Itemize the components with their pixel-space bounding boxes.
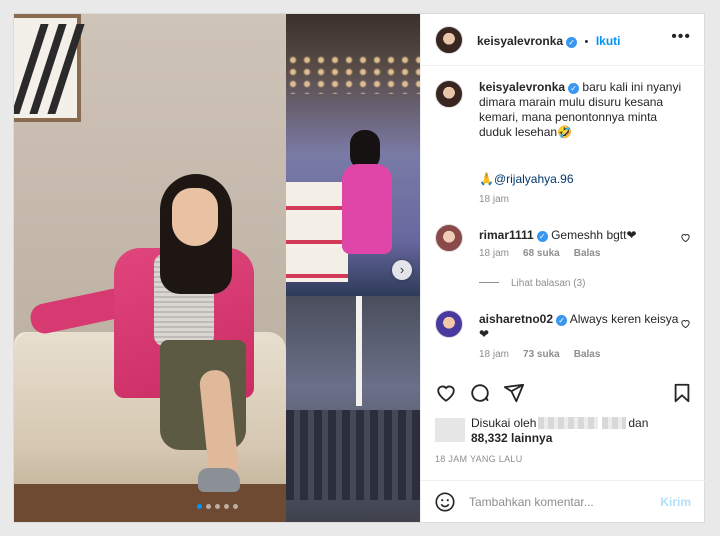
caption-mention[interactable]: 🙏@rijalyahya.96: [479, 172, 574, 187]
person-figure: [27, 174, 254, 504]
action-bar: [421, 378, 705, 414]
comment-icon[interactable]: [469, 382, 491, 404]
chevron-right-icon: ›: [399, 262, 405, 277]
bookmark-icon[interactable]: [671, 382, 693, 404]
comment-meta: 18 jam 73 suka Balas: [479, 349, 601, 360]
carousel-dot: [214, 504, 220, 509]
post-media-carousel[interactable]: ›: [14, 14, 420, 522]
heart-icon[interactable]: [680, 232, 691, 243]
instagram-post: › keisyalevronka ✓ • Ikuti ••• keisyalevr…: [13, 13, 705, 523]
reply-button[interactable]: Balas: [574, 248, 601, 259]
post-comment-button[interactable]: Kirim: [660, 495, 691, 509]
author-username[interactable]: keisyalevronka: [477, 34, 563, 48]
reply-button[interactable]: Balas: [574, 349, 601, 360]
comment-input[interactable]: Tambahkan komentar...: [469, 495, 594, 509]
comment: aisharetno02 ✓ Always keren keisya ❤: [479, 312, 679, 341]
follow-button[interactable]: Ikuti: [596, 34, 621, 48]
next-slide-button[interactable]: ›: [392, 260, 412, 280]
carousel-dot: [223, 504, 229, 509]
comment: rimar1111 ✓ Gemeshh bgtt❤: [479, 228, 637, 242]
verified-icon: ✓: [536, 231, 548, 242]
verified-icon: ✓: [568, 83, 580, 94]
avatar[interactable]: [435, 80, 463, 108]
more-options-button[interactable]: •••: [671, 28, 691, 46]
avatar[interactable]: [435, 26, 463, 54]
caption-timestamp[interactable]: 18 jam: [479, 194, 509, 205]
verified-icon: ✓: [556, 315, 568, 326]
carousel-dot: [232, 504, 238, 509]
view-replies-button[interactable]: Lihat balasan (3): [479, 278, 586, 289]
post-header: keisyalevronka ✓ • Ikuti •••: [421, 14, 705, 66]
emoji-icon[interactable]: [434, 491, 456, 513]
carousel-indicator: [14, 504, 420, 509]
comment-meta: 18 jam 68 suka Balas: [479, 248, 601, 259]
comments-list: keisyalevronka ✓ baru kali ini nyanyi dim…: [421, 66, 705, 378]
caption: keisyalevronka ✓ baru kali ini nyanyi dim…: [479, 80, 682, 139]
carousel-dot: [205, 504, 211, 509]
avatar[interactable]: [435, 224, 463, 252]
add-comment-bar: Tambahkan komentar... Kirim: [421, 480, 705, 522]
wall-art: [14, 14, 85, 122]
caption-username[interactable]: keisyalevronka: [479, 80, 565, 94]
liker-username[interactable]: [538, 417, 599, 429]
liker-avatar[interactable]: [435, 418, 465, 442]
carousel-dot: [196, 504, 202, 509]
verified-icon: ✓: [566, 37, 578, 48]
avatar[interactable]: [435, 310, 463, 338]
heart-icon[interactable]: [435, 382, 457, 404]
likes-count[interactable]: 88,332 lainnya: [471, 431, 552, 445]
post-timestamp[interactable]: 18 JAM YANG LALU: [435, 454, 523, 464]
share-icon[interactable]: [503, 382, 525, 404]
heart-icon[interactable]: [680, 318, 691, 329]
post-sidebar: keisyalevronka ✓ • Ikuti ••• keisyalevron…: [420, 14, 705, 522]
